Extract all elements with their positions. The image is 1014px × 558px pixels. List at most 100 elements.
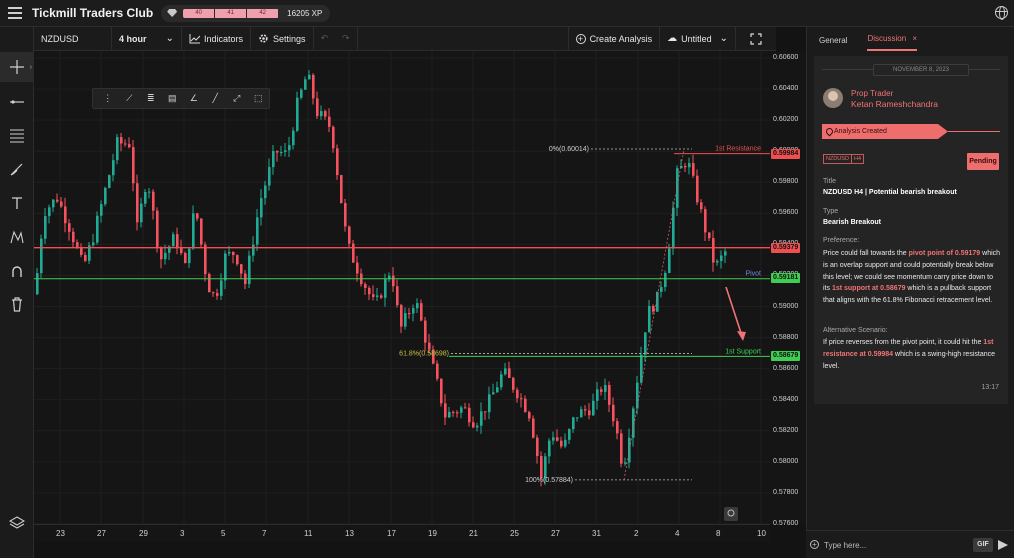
xp-pill[interactable]: 40 41 42 16205 XP [161, 4, 331, 22]
chat-bar: + GIF [806, 530, 1014, 558]
candle-body [164, 252, 167, 260]
plus-circle-icon: + [575, 33, 586, 44]
angle-icon[interactable]: ∠ [183, 93, 205, 104]
candle-body [416, 303, 419, 309]
y-tick-label: 0.60200 [773, 116, 799, 124]
candle-body [412, 308, 415, 314]
indicators-icon [189, 33, 200, 43]
x-tick-label: 21 [469, 529, 478, 538]
candle-body [420, 303, 423, 321]
chat-input[interactable] [812, 538, 962, 552]
candle-body [100, 204, 103, 216]
candle-body [116, 137, 119, 161]
hamburger-menu-icon[interactable] [8, 7, 22, 19]
magnet-tool[interactable] [0, 256, 34, 286]
symbol-tag: NZDUSD [823, 154, 852, 164]
candle-body [428, 342, 431, 350]
line-icon[interactable]: ╱ [205, 93, 227, 104]
globe-icon[interactable] [995, 6, 1008, 20]
fib-label: 100%(0.57884) [525, 477, 573, 484]
brush-tool[interactable] [0, 154, 34, 184]
xp-total: 16205 XP [287, 8, 323, 18]
candle-body [704, 209, 707, 233]
x-tick-label: 23 [56, 529, 65, 538]
candle-body [260, 198, 263, 218]
magnet-icon [12, 266, 22, 277]
top-bar: Tickmill Traders Club 40 41 42 16205 XP [0, 0, 1014, 27]
send-icon[interactable] [998, 540, 1008, 550]
trendline-icon[interactable]: ⟋ [119, 93, 141, 104]
symbol-selector[interactable]: NZDUSD [34, 26, 112, 51]
delete-tool[interactable] [0, 289, 34, 319]
candle-body [448, 411, 451, 418]
chevron-down-icon: ⌄ [165, 33, 174, 44]
fib-icon[interactable]: ≣ [140, 93, 162, 104]
channel-icon[interactable]: ▤ [162, 93, 184, 104]
x-tick-label: 27 [97, 529, 106, 538]
highlight-text: pivot point of 0.59179 [908, 250, 981, 257]
x-tick-label: 2 [634, 529, 639, 538]
candle-body [496, 387, 499, 393]
candle-body [296, 97, 299, 131]
xp-segment: 41 [215, 8, 247, 18]
candle-body [572, 417, 575, 430]
candle-body [184, 253, 187, 264]
candle-body [488, 394, 491, 413]
candle-body [232, 251, 235, 256]
body-text: Price could fall towards the [823, 250, 909, 257]
timeframe-selector[interactable]: 4 hour ⌄ [112, 26, 182, 51]
candle-body [684, 165, 687, 168]
text-tool[interactable] [0, 188, 34, 218]
candlestick-chart[interactable]: 0%(0.60014) 61.8%(0.58698) 100%(0.57884) 1s… [34, 51, 770, 525]
candle-body [140, 203, 143, 223]
tab-general[interactable]: General [819, 36, 847, 51]
layers-tool[interactable] [0, 508, 34, 538]
candle-body [392, 275, 395, 287]
drag-handle-icon[interactable]: ⋮ [97, 93, 119, 104]
candle-body [124, 143, 127, 145]
rectangle-icon[interactable]: ⬚ [248, 93, 270, 104]
avatar[interactable] [823, 88, 843, 108]
price-chart[interactable]: 0%(0.60014) 61.8%(0.58698) 100%(0.57884) 1s… [34, 51, 776, 525]
candle-body [120, 137, 123, 144]
candle-body [512, 377, 515, 390]
ray-icon[interactable]: ⤢ [226, 93, 248, 104]
level-label: 1st Resistance [715, 146, 761, 153]
chevron-down-icon: ⌄ [719, 33, 728, 44]
trash-icon [12, 297, 22, 312]
drawing-toolbar: ⋮ ⟋ ≣ ▤ ∠ ╱ ⤢ ⬚ [92, 88, 270, 109]
candle-body [40, 238, 43, 274]
fullscreen-button[interactable] [736, 27, 776, 51]
layout-selector[interactable]: ☁ Untitled ⌄ [660, 26, 736, 51]
close-icon[interactable]: × [912, 34, 917, 43]
x-tick-label: 4 [675, 529, 680, 538]
horizontal-line-tool[interactable] [0, 87, 34, 117]
candle-body [224, 253, 227, 281]
tab-discussion[interactable]: Discussion × [867, 34, 918, 51]
x-tick-label: 8 [716, 529, 721, 538]
analysis-type: Bearish Breakout [823, 219, 881, 226]
settings-button[interactable]: Settings [251, 26, 314, 51]
fullscreen-icon [750, 32, 762, 45]
time-axis[interactable]: 23 27 29 3 5 7 11 13 17 19 21 25 27 31 2 4 8 10 [34, 524, 770, 542]
candle-body [700, 202, 703, 210]
create-analysis-button[interactable]: + Create Analysis [567, 26, 661, 51]
fib-tool[interactable] [0, 120, 34, 150]
indicators-button[interactable]: Indicators [182, 26, 252, 51]
undo-button[interactable]: ↶ [314, 27, 336, 51]
candle-body [600, 389, 603, 392]
candle-body [544, 456, 547, 478]
candle-body [200, 218, 203, 245]
y-tick-label: 0.59800 [773, 178, 799, 186]
price-axis[interactable]: 0.606000.604000.602000.600000.598000.596… [770, 51, 806, 527]
pending-button[interactable]: Pending [967, 153, 999, 170]
candle-body [596, 389, 599, 401]
redo-button[interactable]: ↷ [335, 26, 358, 51]
candle-body [380, 295, 383, 298]
crosshair-tool[interactable]: › [0, 52, 34, 82]
author-name[interactable]: Ketan Rameshchandra [851, 99, 938, 109]
pattern-tool[interactable] [0, 222, 34, 252]
price-tag: 0.59984 [771, 148, 801, 159]
candle-body [112, 160, 115, 176]
gif-button[interactable]: GIF [973, 538, 993, 552]
